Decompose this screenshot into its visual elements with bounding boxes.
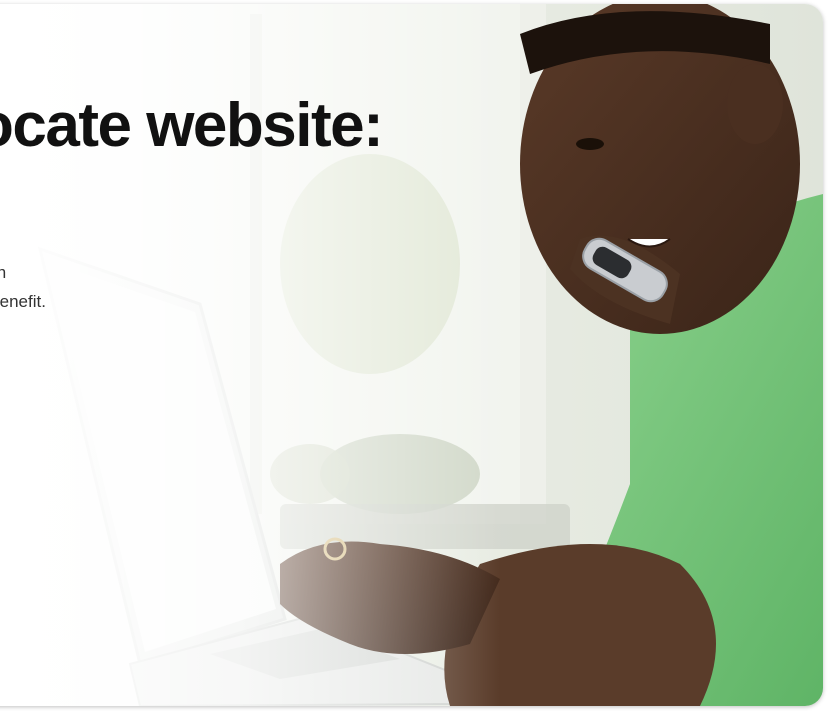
hero-body-text: with e benefit. [0,258,46,316]
hero-body-line: with [0,263,7,282]
hero-headline: ocate website: [0,91,384,160]
hero-banner: ocate website: with e benefit. [0,4,823,706]
hero-body-line: e benefit. [0,292,46,311]
page: ocate website: with e benefit. [0,0,833,711]
